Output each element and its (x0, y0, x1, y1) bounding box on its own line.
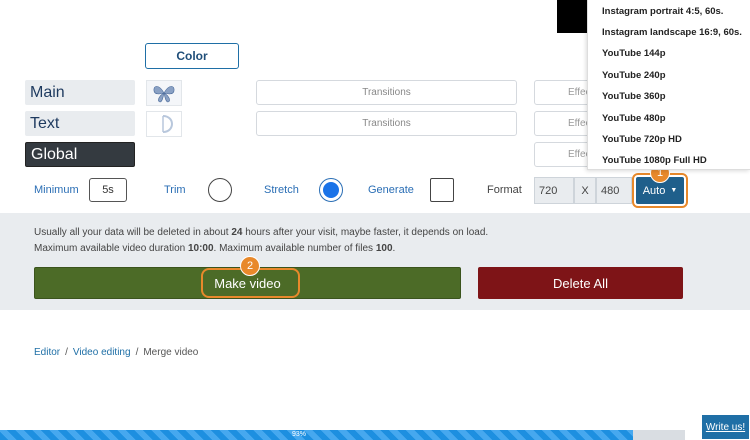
write-us-button[interactable]: Write us! (701, 414, 750, 440)
butterfly-icon (153, 86, 175, 103)
text-layer-icon (162, 115, 173, 133)
minimum-input[interactable]: 5s (89, 178, 127, 202)
breadcrumb-merge-video: Merge video (143, 347, 199, 358)
breadcrumb-video-editing[interactable]: Video editing (73, 347, 131, 358)
step-badge-2: 2 (240, 256, 260, 276)
generate-checkbox[interactable] (430, 178, 454, 202)
stretch-label: Stretch (264, 184, 299, 196)
preview-black-box (557, 0, 587, 33)
breadcrumb-editor[interactable]: Editor (34, 347, 60, 358)
menu-item-youtube-360p[interactable]: YouTube 360p (602, 91, 666, 102)
transitions-field-text[interactable]: Transitions (256, 111, 517, 136)
trim-radio[interactable] (208, 178, 232, 202)
breadcrumb-separator: / (65, 347, 68, 358)
menu-item-youtube-240p[interactable]: YouTube 240p (602, 70, 666, 81)
dimension-separator: X (574, 177, 596, 204)
menu-item-youtube-480p[interactable]: YouTube 480p (602, 113, 666, 124)
delete-all-button[interactable]: Delete All (478, 267, 683, 299)
info-retention-text: Usually all your data will be deleted in… (34, 227, 489, 238)
info-limits-text: Maximum available video duration 10:00. … (34, 243, 396, 254)
menu-item-instagram-landscape[interactable]: Instagram landscape 16:9, 60s. (602, 27, 742, 38)
stretch-radio[interactable] (319, 178, 343, 202)
caret-down-icon: ▼ (670, 187, 678, 194)
breadcrumb-separator: / (135, 347, 139, 358)
layer-tab-text[interactable]: Text (25, 111, 135, 136)
color-button[interactable]: Color (145, 43, 239, 69)
minimum-label: Minimum (34, 184, 79, 196)
layer-tab-main[interactable]: Main (25, 80, 135, 105)
generate-label: Generate (368, 184, 414, 196)
thumbnail-text[interactable] (146, 111, 182, 137)
format-dropdown-menu: Instagram portrait 4:5, 60s. Instagram l… (587, 0, 750, 170)
trim-label: Trim (164, 184, 186, 196)
breadcrumb: Editor / Video editing / Merge video (34, 347, 198, 358)
menu-item-youtube-144p[interactable]: YouTube 144p (602, 48, 666, 59)
layer-tab-global[interactable]: Global (25, 142, 135, 167)
width-input[interactable]: 720 (534, 177, 574, 204)
height-input[interactable]: 480 (596, 177, 632, 204)
menu-item-instagram-portrait[interactable]: Instagram portrait 4:5, 60s. (602, 6, 723, 17)
thumbnail-butterfly[interactable] (146, 80, 182, 106)
menu-item-youtube-720p[interactable]: YouTube 720p HD (602, 134, 682, 145)
transitions-field-main[interactable]: Transitions (256, 80, 517, 105)
format-label: Format (487, 184, 522, 196)
progress-label: 93% (291, 431, 306, 438)
progress-bar: 93% (0, 430, 685, 440)
menu-item-youtube-1080p[interactable]: YouTube 1080p Full HD (602, 155, 707, 166)
auto-format-label: Auto (642, 184, 666, 197)
